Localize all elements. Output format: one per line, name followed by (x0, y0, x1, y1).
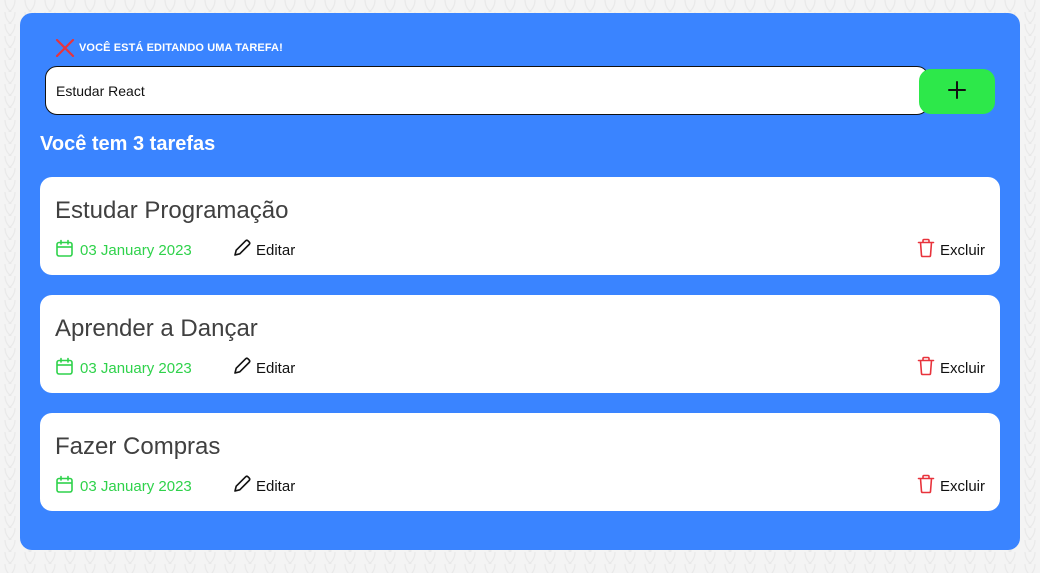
task-date: 03 January 2023 (55, 357, 192, 380)
task-card: Estudar Programação 03 January 2023 Edit… (40, 177, 1000, 275)
task-date-text: 03 January 2023 (80, 478, 192, 495)
pencil-icon (232, 356, 256, 380)
trash-icon (917, 238, 940, 262)
task-meta: 03 January 2023 Editar Excluir (55, 474, 985, 498)
delete-task-button[interactable]: Excluir (917, 238, 985, 262)
task-date-text: 03 January 2023 (80, 360, 192, 377)
edit-label: Editar (256, 359, 296, 377)
pencil-icon (232, 238, 256, 262)
delete-label: Excluir (939, 241, 985, 259)
edit-label: Editar (256, 241, 296, 259)
task-card: Fazer Compras 03 January 2023 Editar Exc… (40, 413, 1000, 511)
edit-task-button[interactable]: Editar (232, 239, 295, 261)
task-title: Fazer Compras (55, 433, 221, 460)
edit-task-button[interactable]: Editar (232, 357, 295, 379)
task-panel: VOCÊ ESTÁ EDITANDO UMA TAREFA! Você tem … (20, 13, 1020, 550)
task-input[interactable] (45, 66, 929, 115)
edit-task-button[interactable]: Editar (232, 475, 295, 497)
delete-task-button[interactable]: Excluir (917, 356, 985, 380)
trash-icon (917, 474, 940, 498)
trash-icon (917, 356, 940, 380)
calendar-icon (55, 239, 80, 262)
delete-label: Excluir (939, 477, 985, 495)
task-list: Estudar Programação 03 January 2023 Edit… (40, 177, 1000, 531)
task-date: 03 January 2023 (55, 239, 192, 262)
editing-notice-text: VOCÊ ESTÁ EDITANDO UMA TAREFA! (79, 42, 283, 54)
plus-icon (947, 80, 967, 103)
task-count-title: Você tem 3 tarefas (40, 133, 216, 155)
calendar-icon (55, 475, 80, 498)
task-title: Estudar Programação (55, 197, 289, 224)
task-title: Aprender a Dançar (55, 315, 258, 342)
pencil-icon (232, 474, 256, 498)
calendar-icon (55, 357, 80, 380)
edit-label: Editar (256, 477, 296, 495)
task-meta: 03 January 2023 Editar Excluir (55, 238, 985, 262)
delete-label: Excluir (939, 359, 985, 377)
editing-notice: VOCÊ ESTÁ EDITANDO UMA TAREFA! (54, 39, 283, 57)
task-date-text: 03 January 2023 (80, 242, 192, 259)
add-task-button[interactable] (919, 69, 995, 114)
task-card: Aprender a Dançar 03 January 2023 Editar… (40, 295, 1000, 393)
task-date: 03 January 2023 (55, 475, 192, 498)
task-meta: 03 January 2023 Editar Excluir (55, 356, 985, 380)
delete-task-button[interactable]: Excluir (917, 474, 985, 498)
close-icon[interactable] (54, 39, 76, 57)
